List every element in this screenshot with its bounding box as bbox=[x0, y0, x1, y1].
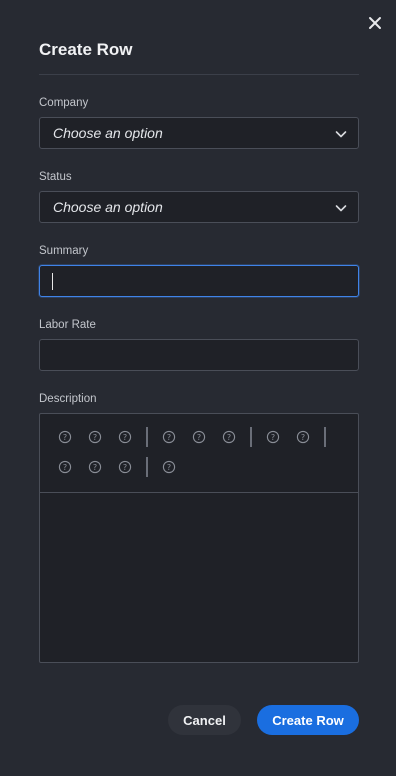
unknown-icon[interactable]: ? bbox=[296, 430, 310, 444]
dialog-title: Create Row bbox=[39, 40, 133, 59]
title-divider bbox=[39, 74, 359, 75]
unknown-icon[interactable]: ? bbox=[118, 430, 132, 444]
svg-text:?: ? bbox=[63, 463, 67, 472]
toolbar-separator bbox=[146, 457, 148, 477]
company-select-value: Choose an option bbox=[53, 125, 163, 141]
toolbar-separator bbox=[146, 427, 148, 447]
company-label: Company bbox=[39, 97, 89, 109]
svg-text:?: ? bbox=[123, 433, 127, 442]
status-select-value: Choose an option bbox=[53, 199, 163, 215]
unknown-icon[interactable]: ? bbox=[192, 430, 206, 444]
labor-rate-input[interactable] bbox=[39, 339, 359, 371]
description-label: Description bbox=[39, 393, 97, 405]
svg-text:?: ? bbox=[167, 433, 171, 442]
svg-text:?: ? bbox=[271, 433, 275, 442]
svg-text:?: ? bbox=[301, 433, 305, 442]
close-icon bbox=[369, 17, 381, 29]
toolbar-separator bbox=[324, 427, 326, 447]
company-select[interactable]: Choose an option bbox=[39, 117, 359, 149]
unknown-icon[interactable]: ? bbox=[266, 430, 280, 444]
summary-input[interactable] bbox=[39, 265, 359, 297]
unknown-icon[interactable]: ? bbox=[118, 460, 132, 474]
toolbar-separator bbox=[250, 427, 252, 447]
svg-text:?: ? bbox=[123, 463, 127, 472]
status-label: Status bbox=[39, 171, 72, 183]
editor-toolbar: ???????????? bbox=[40, 414, 358, 493]
description-text-area[interactable] bbox=[40, 494, 358, 662]
svg-text:?: ? bbox=[197, 433, 201, 442]
status-select[interactable]: Choose an option bbox=[39, 191, 359, 223]
cancel-button[interactable]: Cancel bbox=[168, 705, 241, 735]
svg-text:?: ? bbox=[93, 433, 97, 442]
unknown-icon[interactable]: ? bbox=[162, 460, 176, 474]
unknown-icon[interactable]: ? bbox=[58, 430, 72, 444]
labor-rate-label: Labor Rate bbox=[39, 319, 96, 331]
unknown-icon[interactable]: ? bbox=[222, 430, 236, 444]
text-caret bbox=[52, 273, 53, 290]
unknown-icon[interactable]: ? bbox=[88, 430, 102, 444]
unknown-icon[interactable]: ? bbox=[162, 430, 176, 444]
unknown-icon[interactable]: ? bbox=[58, 460, 72, 474]
summary-label: Summary bbox=[39, 245, 89, 257]
svg-text:?: ? bbox=[63, 433, 67, 442]
chevron-down-icon bbox=[335, 205, 347, 212]
svg-text:?: ? bbox=[167, 463, 171, 472]
chevron-down-icon bbox=[335, 131, 347, 138]
svg-text:?: ? bbox=[227, 433, 231, 442]
close-button[interactable] bbox=[364, 12, 386, 34]
description-editor[interactable]: ???????????? bbox=[39, 413, 359, 663]
create-row-button[interactable]: Create Row bbox=[257, 705, 359, 735]
svg-text:?: ? bbox=[93, 463, 97, 472]
unknown-icon[interactable]: ? bbox=[88, 460, 102, 474]
